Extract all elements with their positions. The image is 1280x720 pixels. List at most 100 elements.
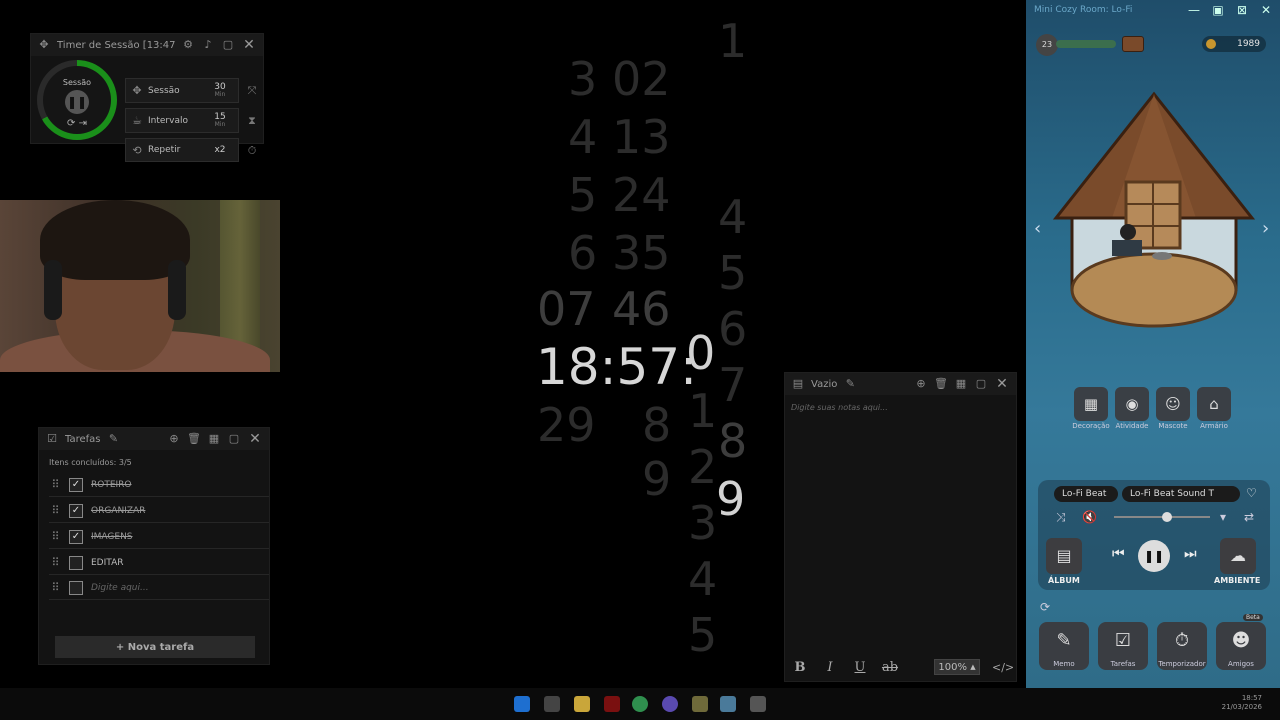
pause-button[interactable]: ❚❚ bbox=[65, 90, 89, 114]
task-item[interactable]: ⠿ ✓ ROTEIRO bbox=[49, 473, 269, 497]
zoom-select[interactable]: 100% ▲ bbox=[934, 659, 980, 675]
break-label: Intervalo bbox=[148, 115, 188, 126]
maximize-icon[interactable]: ▢ bbox=[974, 377, 988, 391]
file-explorer-icon[interactable] bbox=[574, 696, 590, 712]
tasks-button[interactable]: ☑ Tarefas bbox=[1098, 622, 1148, 670]
italic-button[interactable]: I bbox=[821, 660, 839, 675]
start-icon[interactable] bbox=[514, 696, 530, 712]
task-checkbox[interactable]: ✓ bbox=[69, 477, 83, 492]
notes-titlebar[interactable]: ▤ Vazio ✎ ⊕ 🗑 ▦ ▢ ✕ bbox=[785, 373, 1016, 395]
edit-icon[interactable]: ✎ bbox=[843, 377, 857, 391]
underline-button[interactable]: U bbox=[851, 660, 869, 675]
repeat-row[interactable]: ⟲ Repetir x2 bbox=[125, 138, 239, 162]
close-icon[interactable]: ✕ bbox=[1258, 3, 1274, 17]
track-name[interactable]: Lo-Fi Beat Sound T bbox=[1122, 486, 1240, 502]
next-track-icon[interactable]: ⏭ bbox=[1184, 546, 1197, 562]
cozy-room-illustration[interactable] bbox=[1046, 90, 1266, 340]
new-task-input-row[interactable]: ⠿ Digite aqui... bbox=[49, 576, 269, 600]
playlist-name[interactable]: Lo-Fi Beat bbox=[1054, 486, 1118, 502]
edit-icon[interactable]: ✎ bbox=[106, 432, 120, 446]
repeat-value: x2 bbox=[214, 145, 226, 155]
drag-handle-icon[interactable]: ⠿ bbox=[49, 504, 61, 517]
system-clock[interactable]: 18:57 21/03/2026 bbox=[1222, 694, 1262, 712]
ambient-button[interactable]: ☁ bbox=[1220, 538, 1256, 574]
decoration-button[interactable]: ▦ bbox=[1074, 387, 1108, 421]
headset-left bbox=[44, 260, 62, 320]
trash-icon[interactable]: 🗑 bbox=[187, 432, 201, 446]
task-checkbox[interactable]: ✓ bbox=[69, 503, 83, 518]
app-icon[interactable] bbox=[750, 696, 766, 712]
previous-room-icon[interactable]: ‹ bbox=[1034, 218, 1041, 239]
break-duration-row[interactable]: ☕ Intervalo 15 Min bbox=[125, 108, 239, 133]
album-button[interactable]: ▤ bbox=[1046, 538, 1082, 574]
clock-digit: 3 bbox=[688, 496, 718, 550]
reset-icon[interactable]: ⟳ ⇥ bbox=[43, 118, 111, 129]
grid-icon[interactable]: ▦ bbox=[954, 377, 968, 391]
timer-titlebar[interactable]: ✥ Timer de Sessão [13:47] ⚙ ♪ ▢ ✕ bbox=[31, 34, 263, 56]
alarm-icon[interactable]: ⏱ bbox=[245, 144, 259, 158]
volume-knob[interactable] bbox=[1161, 512, 1172, 522]
task-item[interactable]: ⠿ ✓ IMAGENS bbox=[49, 525, 269, 549]
task-text: ORGANIZAR bbox=[91, 505, 146, 516]
timer-button[interactable]: ⏱ Temporizador bbox=[1157, 622, 1207, 670]
memo-button[interactable]: ✎ Memo bbox=[1039, 622, 1089, 670]
expand-icon[interactable]: ⤧ bbox=[245, 84, 259, 98]
maximize-icon[interactable]: ▢ bbox=[221, 38, 235, 52]
session-duration-row[interactable]: ✥ Sessão 30 Min bbox=[125, 78, 239, 103]
shuffle-icon[interactable]: ⤨ bbox=[1056, 510, 1066, 525]
pet-button[interactable]: ☺ bbox=[1156, 387, 1190, 421]
refresh-icon[interactable]: ⟳ bbox=[1040, 600, 1050, 614]
discord-icon[interactable] bbox=[662, 696, 678, 712]
add-icon[interactable]: ⊕ bbox=[914, 377, 928, 391]
task-checkbox[interactable]: ✓ bbox=[69, 529, 83, 544]
tasks-titlebar[interactable]: ☑ Tarefas ✎ ⊕ 🗑 ▦ ▢ ✕ bbox=[39, 428, 269, 450]
compact-icon[interactable]: ⊠ bbox=[1234, 3, 1250, 17]
task-item[interactable]: ⠿ EDITAR bbox=[49, 551, 269, 575]
chrome-icon[interactable] bbox=[632, 696, 648, 712]
drag-handle-icon[interactable]: ⠿ bbox=[49, 556, 61, 569]
drag-handle-icon[interactable]: ⠿ bbox=[49, 530, 61, 543]
bold-button[interactable]: B bbox=[791, 660, 809, 675]
pause-button[interactable]: ❚❚ bbox=[1138, 540, 1170, 572]
activity-button[interactable]: ◉ bbox=[1115, 387, 1149, 421]
drag-handle-icon[interactable]: ⠿ bbox=[49, 581, 61, 594]
code-view-icon[interactable]: </> bbox=[992, 661, 1014, 674]
close-icon[interactable]: ✕ bbox=[247, 431, 263, 447]
cozy-room-panel: Mini Cozy Room: Lo-Fi — ▣ ⊠ ✕ 23 1989 ‹ … bbox=[1026, 0, 1280, 688]
hourglass-icon[interactable]: ⧗ bbox=[245, 114, 259, 128]
task-item[interactable]: ⠿ ✓ ORGANIZAR bbox=[49, 499, 269, 523]
new-task-button[interactable]: + Nova tarefa bbox=[55, 636, 255, 658]
close-icon[interactable]: ✕ bbox=[241, 37, 257, 53]
task-checkbox[interactable] bbox=[69, 580, 83, 595]
notes-textarea[interactable]: Digite suas notas aqui... bbox=[785, 395, 1016, 653]
grid-icon[interactable]: ▦ bbox=[207, 432, 221, 446]
settings-icon[interactable] bbox=[720, 696, 736, 712]
new-task-input[interactable]: Digite aqui... bbox=[91, 583, 149, 593]
add-icon[interactable]: ⊕ bbox=[167, 432, 181, 446]
close-icon[interactable]: ✕ bbox=[994, 376, 1010, 392]
task-view-icon[interactable] bbox=[544, 696, 560, 712]
camera-icon[interactable]: ▣ bbox=[1210, 3, 1226, 17]
heart-icon[interactable]: ♡ bbox=[1246, 486, 1257, 500]
previous-track-icon[interactable]: ⏮ bbox=[1112, 546, 1125, 562]
wardrobe-button[interactable]: ⌂ bbox=[1197, 387, 1231, 421]
trash-icon[interactable]: 🗑 bbox=[934, 377, 948, 391]
app-icon[interactable] bbox=[692, 696, 708, 712]
friends-button[interactable]: ☻ Amigos bbox=[1216, 622, 1266, 670]
drag-handle-icon[interactable]: ⠿ bbox=[49, 478, 61, 491]
music-note-icon[interactable]: ♪ bbox=[201, 38, 215, 52]
chest-icon[interactable] bbox=[1122, 36, 1144, 52]
repeat-icon[interactable]: ⇄ bbox=[1244, 510, 1254, 524]
mute-icon[interactable]: 🔇 bbox=[1082, 510, 1097, 524]
clock-digit: 5 bbox=[568, 168, 598, 222]
dropdown-icon[interactable]: ▾ bbox=[1220, 510, 1226, 524]
minimize-icon[interactable]: — bbox=[1186, 3, 1202, 17]
beta-badge: Beta bbox=[1243, 614, 1263, 621]
clock-digit: 8 bbox=[718, 414, 748, 468]
strikethrough-button[interactable]: ab bbox=[881, 660, 899, 675]
settings-icon[interactable]: ⚙ bbox=[181, 38, 195, 52]
task-checkbox[interactable] bbox=[69, 555, 83, 570]
app-icon[interactable] bbox=[604, 696, 620, 712]
maximize-icon[interactable]: ▢ bbox=[227, 432, 241, 446]
move-icon[interactable]: ✥ bbox=[37, 38, 51, 52]
